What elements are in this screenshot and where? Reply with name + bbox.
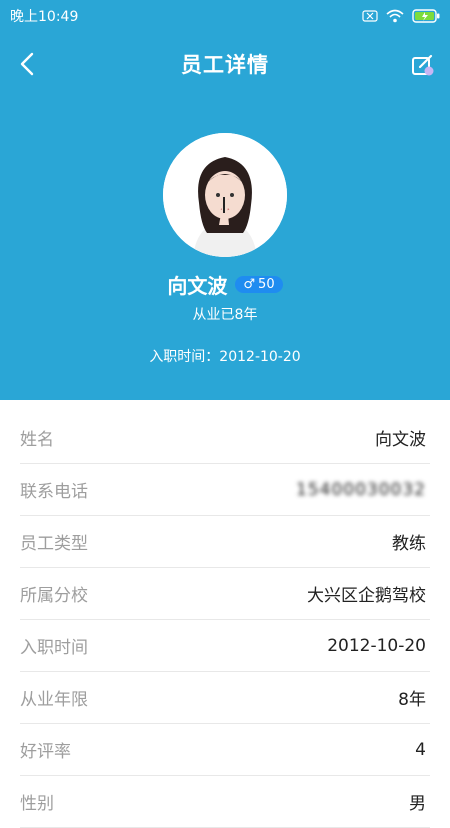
detail-value: 向文波: [375, 430, 426, 450]
gender-male-icon: ♂: [243, 277, 256, 292]
detail-label: 联系电话: [20, 482, 88, 502]
detail-value: 4: [415, 739, 426, 760]
detail-row-name: 姓名 向文波: [20, 412, 430, 464]
age-value: 50: [258, 277, 275, 292]
status-icons: [362, 9, 440, 23]
detail-row-gender: 性别 男: [20, 776, 430, 828]
detail-label: 好评率: [20, 742, 71, 762]
sim-off-icon: [362, 10, 378, 22]
detail-row-years: 从业年限 8年: [20, 672, 430, 724]
name-row: 向文波 ♂ 50: [0, 270, 450, 299]
back-arrow-icon[interactable]: [14, 50, 42, 78]
avatar-photo: [163, 133, 287, 257]
status-bar: 晚上10:49: [0, 0, 450, 32]
detail-row-phone[interactable]: 联系电话 15400030032: [20, 464, 430, 516]
gender-age-badge: ♂ 50: [235, 276, 283, 293]
detail-label: 员工类型: [20, 534, 88, 554]
employee-name: 向文波: [167, 274, 228, 298]
join-date: 入职时间：2012-10-20: [149, 349, 301, 365]
page-title: 员工详情: [181, 53, 269, 77]
detail-label: 从业年限: [20, 690, 88, 710]
years-in-industry: 从业已8年: [192, 307, 258, 323]
detail-row-rating: 好评率 4: [20, 724, 430, 776]
detail-value: 大兴区企鹅驾校: [307, 586, 426, 606]
detail-label: 姓名: [20, 430, 54, 450]
detail-value: 男: [409, 794, 426, 814]
wifi-icon: [386, 9, 404, 23]
detail-value-phone[interactable]: 15400030032: [296, 480, 426, 500]
detail-value: 教练: [392, 534, 426, 554]
edit-icon[interactable]: [410, 52, 436, 78]
profile-header: 晚上10:49 员工详情 向文波 ♂ 50 从业已8年 入职时间：2012-10…: [0, 0, 450, 400]
avatar[interactable]: [163, 133, 287, 257]
detail-value: 8年: [398, 690, 426, 710]
status-time: 晚上10:49: [10, 9, 79, 25]
detail-label: 所属分校: [20, 586, 88, 606]
details-list: 姓名 向文波 联系电话 15400030032 员工类型 教练 所属分校 大兴区…: [20, 412, 430, 828]
nav-bar: 员工详情: [0, 40, 450, 88]
detail-label: 性别: [20, 794, 54, 814]
detail-value: 2012-10-20: [327, 635, 426, 656]
detail-row-join-date: 入职时间 2012-10-20: [20, 620, 430, 672]
detail-label: 入职时间: [20, 638, 88, 658]
detail-row-school: 所属分校 大兴区企鹅驾校: [20, 568, 430, 620]
detail-row-type: 员工类型 教练: [20, 516, 430, 568]
battery-charging-icon: [412, 9, 440, 23]
